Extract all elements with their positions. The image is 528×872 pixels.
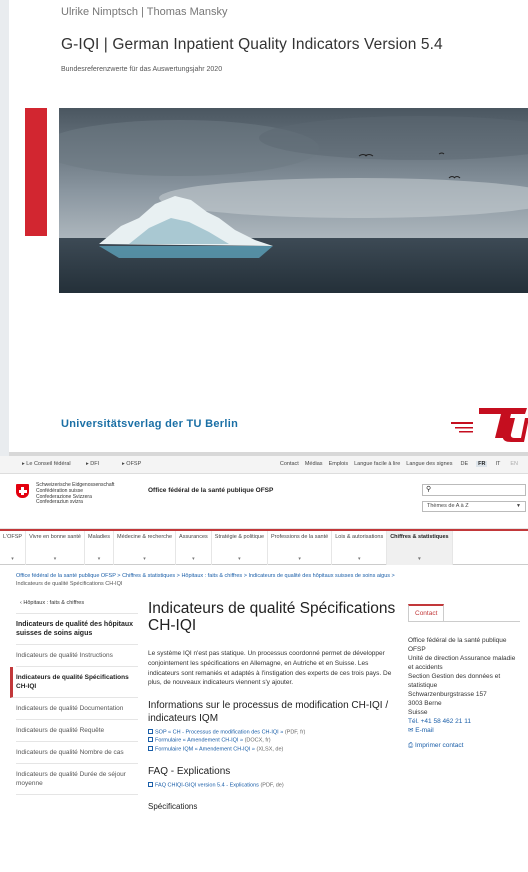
phone-link[interactable]: Tél. +41 58 462 21 11 [408, 717, 520, 726]
contact-line: Schwarzenburgstrasse 157 [408, 691, 487, 698]
search-icon[interactable]: ⚲ [426, 486, 431, 493]
nav-lois-autorisations[interactable]: Lois & autorisations ▾ [332, 531, 388, 565]
nav-strategie-politique[interactable]: Stratégie & politique ▾ [212, 531, 269, 565]
chevron-down-icon: ▾ [11, 556, 14, 562]
federal-topnav: ▸ Le Conseil fédéral ▸ DFI ▸ OFSP Contac… [0, 456, 528, 474]
intro-paragraph: Le système IQI n'est pas statique. Un pr… [148, 650, 392, 687]
nav-medecine-recherche[interactable]: Médecine & recherche ▾ [114, 531, 177, 565]
topnav-crumb-ofsp[interactable]: ▸ OFSP [122, 461, 141, 467]
chevron-down-icon: ▾ [298, 556, 301, 562]
email-icon: ✉ [408, 727, 414, 734]
lang-de[interactable]: DE [458, 461, 470, 467]
cover-authors: Ulrike Nimptsch | Thomas Mansky [61, 6, 228, 18]
sidebar-item-instructions[interactable]: Indicateurs de qualité Instructions [16, 645, 138, 667]
main-article: ⎙ Indicateurs de qualité Spécifications … [148, 600, 414, 811]
contact-line: Office fédéral de la santé publique OFSP [408, 637, 507, 653]
sidebar-item-nombre-cas[interactable]: Indicateurs de qualité Nombre de cas [16, 742, 138, 764]
ofsp-webpage: ▸ Le Conseil fédéral ▸ DFI ▸ OFSP Contac… [0, 456, 528, 872]
nav-maladies[interactable]: Maladies ▾ [85, 531, 114, 565]
sidebar: ‹ Hôpitaux : faits & chiffres Indicateur… [10, 600, 138, 795]
file-link-sop[interactable]: SOP « CH - Processus de modification des… [148, 729, 400, 737]
file-link-formulaire-iqm[interactable]: Formulaire IQM « Amendement CH-IQI » (XL… [148, 745, 400, 754]
search-input[interactable]: ⚲ [422, 484, 526, 496]
chevron-down-icon: ▾ [143, 556, 146, 562]
cover-accent-bar [25, 108, 47, 236]
section-heading-modification: Informations sur le processus de modific… [148, 700, 389, 724]
sidebar-item-requete[interactable]: Indicateurs de qualité Requête [16, 720, 138, 742]
link-langue-signes[interactable]: Langue des signes [406, 461, 452, 467]
chevron-down-icon: ▾ [53, 556, 57, 562]
page-title: Indicateurs de qualité Spécifications CH… [148, 600, 396, 634]
print-contact-link[interactable]: ⎙ Imprimer contact [408, 741, 520, 750]
link-emplois[interactable]: Emplois [329, 461, 349, 467]
file-link-formulaire-amendement[interactable]: Formulaire « Amendement CH-IQI » (DOCX, … [148, 737, 400, 745]
nav-vivre-sante[interactable]: Vivre en bonne santé ▾ [26, 531, 85, 565]
print-icon: ⎙ [408, 742, 414, 749]
section-heading-faq: FAQ - Explications [148, 766, 231, 778]
breadcrumb-current: Indicateurs de qualité Spécifications CH… [16, 581, 123, 587]
page-content: ‹ Hôpitaux : faits & chiffres Indicateur… [0, 590, 528, 872]
cover-photo-iceberg [59, 108, 528, 293]
email-link[interactable]: ✉ E-mail [408, 726, 520, 735]
breadcrumb-item[interactable]: Indicateurs de qualité des hôpitaux suis… [248, 573, 390, 579]
breadcrumb-item[interactable]: Office fédéral de la santé publique OFSP [16, 573, 116, 579]
cover-publisher: Universitätsverlag der TU Berlin [61, 418, 239, 430]
pdf-file-icon [148, 781, 153, 787]
sidebar-item-duree-sejour[interactable]: Indicateurs de qualité Durée de séjour m… [16, 764, 138, 795]
nav-ofsp[interactable]: L'OFSP ▾ [0, 531, 27, 565]
contact-line: Unité de direction Assurance maladie et … [408, 655, 516, 671]
confederation-wordmark[interactable]: Schweizerische Eidgenossenschaft Confédé… [36, 482, 114, 506]
link-langue-facile[interactable]: Langue facile à lire [354, 461, 400, 467]
sidebar-back-link[interactable]: ‹ Hôpitaux : faits & chiffres [16, 600, 138, 614]
nav-professions-sante[interactable]: Professions de la santé ▾ [268, 531, 333, 565]
chevron-down-icon: ▾ [192, 556, 195, 562]
breadcrumb-item[interactable]: Hôpitaux : faits & chiffres [181, 573, 242, 579]
department-name: Office fédéral de la santé publique OFSP [148, 487, 274, 494]
contact-panel: Contact Office fédéral de la santé publi… [408, 602, 520, 750]
link-contact[interactable]: Contact [280, 461, 299, 467]
tab-contact[interactable]: Contact [408, 604, 445, 621]
lang-it[interactable]: IT [493, 461, 502, 467]
link-medias[interactable]: Médias [305, 461, 323, 467]
lang-fr[interactable]: FR [476, 461, 488, 467]
site-header: Schweizerische Eidgenossenschaft Confédé… [0, 474, 528, 529]
chevron-down-icon: ▾ [357, 556, 361, 562]
cover-subtitle: Bundesreferenzwerte für das Auswertungsj… [61, 66, 223, 73]
sidebar-item-documentation[interactable]: Indicateurs de qualité Documentation [16, 698, 138, 720]
contact-line: Section Gestion des données et statistiq… [408, 673, 501, 689]
breadcrumb-item[interactable]: Chiffres & statistiques [122, 573, 175, 579]
section-heading-specifications: Spécifications [148, 801, 198, 811]
contact-line: 3003 Berne [408, 700, 442, 707]
breadcrumb: Office fédéral de la santé publique OFSP… [0, 565, 528, 589]
chevron-down-icon: ▼ [516, 503, 521, 509]
sidebar-item-specifications[interactable]: Indicateurs de qualité Spécifications CH… [10, 667, 138, 698]
chevron-down-icon: ▾ [418, 556, 421, 562]
nav-assurances[interactable]: Assurances ▾ [176, 531, 212, 565]
file-link-faq[interactable]: FAQ CHIQI-GIQI version 5.4 - Explication… [148, 781, 400, 790]
topnav-links: Contact Médias Emplois Langue facile à l… [280, 461, 520, 467]
xlsx-file-icon [148, 745, 153, 751]
pdf-file-icon [148, 729, 153, 735]
topnav-crumb-conseil[interactable]: ▸ Le Conseil fédéral [22, 461, 71, 467]
main-navigation: L'OFSP ▾ Vivre en bonne santé ▾ Maladies ▾ … [0, 529, 528, 565]
nav-chiffres-statistiques[interactable]: Chiffres & statistiques ▾ [387, 531, 453, 565]
docx-file-icon [148, 737, 153, 743]
chevron-down-icon: ▾ [97, 556, 101, 562]
book-cover: Ulrike Nimptsch | Thomas Mansky G-IQI | … [0, 0, 528, 456]
lang-en[interactable]: EN [508, 461, 520, 467]
sidebar-heading[interactable]: Indicateurs de qualité des hôpitaux suis… [16, 614, 138, 645]
chevron-down-icon: ▾ [238, 556, 241, 562]
contact-box: Office fédéral de la santé publique OFSP… [408, 621, 520, 750]
contact-line: Suisse [408, 709, 428, 716]
topnav-crumb-dfi[interactable]: ▸ DFI [86, 461, 99, 467]
tu-berlin-logo [449, 404, 528, 444]
themes-a-z-select[interactable]: Thèmes de A à Z ▼ [422, 501, 526, 512]
cover-title: G-IQI | German Inpatient Quality Indicat… [61, 36, 443, 53]
swiss-flag-icon[interactable] [16, 484, 29, 498]
